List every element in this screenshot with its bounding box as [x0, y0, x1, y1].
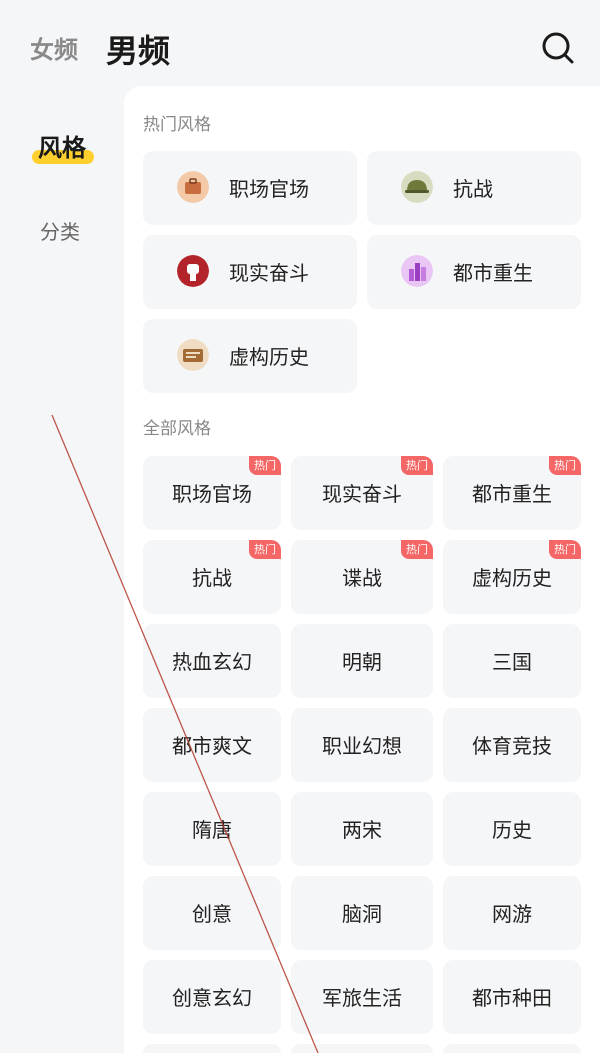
- style-card-label: 热血玄幻: [172, 650, 252, 674]
- style-card[interactable]: 三国: [443, 624, 581, 698]
- style-card[interactable]: 现实奋斗 热门: [291, 456, 433, 530]
- style-card-label: 创意: [192, 902, 232, 926]
- hot-badge: 热门: [249, 540, 281, 559]
- sidebar-item-label: 风格: [38, 134, 86, 162]
- tab-female[interactable]: 女频: [30, 30, 78, 65]
- sidebar-item-style[interactable]: 风格: [30, 128, 94, 164]
- popular-card-label: 现实奋斗: [229, 261, 309, 285]
- hot-badge: 热门: [401, 540, 433, 559]
- style-card[interactable]: 职场官场 热门: [143, 456, 281, 530]
- city-icon: [401, 255, 433, 287]
- content-panel: 热门风格 职场官场 抗战 现实奋斗 都市重生 虚构历史 全部风格 职场官场 热门…: [124, 86, 600, 1053]
- style-card-label: 体育竞技: [472, 734, 552, 758]
- popular-card-label: 职场官场: [229, 177, 309, 201]
- style-card-label: 明朝: [342, 650, 382, 674]
- style-card-label: 都市种田: [472, 986, 552, 1010]
- style-card[interactable]: 创意玄幻: [143, 960, 281, 1034]
- helmet-icon: [401, 171, 433, 203]
- style-card[interactable]: 都市重生 热门: [443, 456, 581, 530]
- style-card[interactable]: 军旅生活: [291, 960, 433, 1034]
- scroll-icon: [177, 339, 209, 371]
- style-card-label: 职业幻想: [322, 734, 402, 758]
- fist-icon: [177, 255, 209, 287]
- style-card-label: 都市爽文: [172, 734, 252, 758]
- style-card-label: 抗战: [192, 566, 232, 590]
- hot-badge: 热门: [549, 540, 581, 559]
- sidebar-item-category[interactable]: 分类: [40, 216, 80, 245]
- style-card[interactable]: 都市种田: [443, 960, 581, 1034]
- sidebar: 风格 分类: [0, 90, 124, 1053]
- style-card[interactable]: 职业幻想: [291, 708, 433, 782]
- style-card[interactable]: 历史: [443, 792, 581, 866]
- style-card[interactable]: 虚构历史 热门: [443, 540, 581, 614]
- style-card-label: 三国: [492, 650, 532, 674]
- style-card[interactable]: 抗战 热门: [143, 540, 281, 614]
- style-card-label: 隋唐: [192, 818, 232, 842]
- style-card[interactable]: 热血玄幻: [143, 624, 281, 698]
- hot-badge: 热门: [549, 456, 581, 475]
- tab-male[interactable]: 男频: [106, 26, 170, 72]
- style-card-label: 职场官场: [172, 482, 252, 506]
- style-card-label: 军旅生活: [322, 986, 402, 1010]
- briefcase-icon: [177, 171, 209, 203]
- style-card-label: 都市重生: [472, 482, 552, 506]
- hot-badge: 热门: [249, 456, 281, 475]
- popular-card-label: 都市重生: [453, 261, 533, 285]
- style-card[interactable]: 体育竞技: [443, 708, 581, 782]
- style-card[interactable]: 明朝: [291, 624, 433, 698]
- style-card-label: 虚构历史: [472, 566, 552, 590]
- popular-card[interactable]: 都市重生: [367, 235, 581, 309]
- style-card[interactable]: 创意: [143, 876, 281, 950]
- style-card-partial: [143, 1044, 281, 1053]
- style-card-label: 现实奋斗: [322, 482, 402, 506]
- style-card[interactable]: 两宋: [291, 792, 433, 866]
- style-card[interactable]: 网游: [443, 876, 581, 950]
- style-card-label: 网游: [492, 902, 532, 926]
- popular-card[interactable]: 虚构历史: [143, 319, 357, 393]
- popular-card[interactable]: 抗战: [367, 151, 581, 225]
- style-card-label: 谍战: [342, 566, 382, 590]
- style-card-partial: [443, 1044, 581, 1053]
- popular-card-label: 虚构历史: [229, 345, 309, 369]
- style-card[interactable]: 隋唐: [143, 792, 281, 866]
- popular-card[interactable]: 职场官场: [143, 151, 357, 225]
- style-card[interactable]: 脑洞: [291, 876, 433, 950]
- style-card-label: 创意玄幻: [172, 986, 252, 1010]
- style-card-label: 两宋: [342, 818, 382, 842]
- section-title-all: 全部风格: [143, 419, 211, 439]
- hot-badge: 热门: [401, 456, 433, 475]
- style-card-label: 历史: [492, 818, 532, 842]
- search-button[interactable]: [538, 28, 578, 68]
- style-card[interactable]: 谍战 热门: [291, 540, 433, 614]
- popular-card[interactable]: 现实奋斗: [143, 235, 357, 309]
- style-card-partial: [291, 1044, 433, 1053]
- section-title-popular: 热门风格: [143, 115, 211, 135]
- search-icon: [542, 32, 574, 64]
- top-bar: 女频 男频: [0, 0, 600, 90]
- style-card-label: 脑洞: [342, 902, 382, 926]
- style-card[interactable]: 都市爽文: [143, 708, 281, 782]
- popular-card-label: 抗战: [453, 177, 493, 201]
